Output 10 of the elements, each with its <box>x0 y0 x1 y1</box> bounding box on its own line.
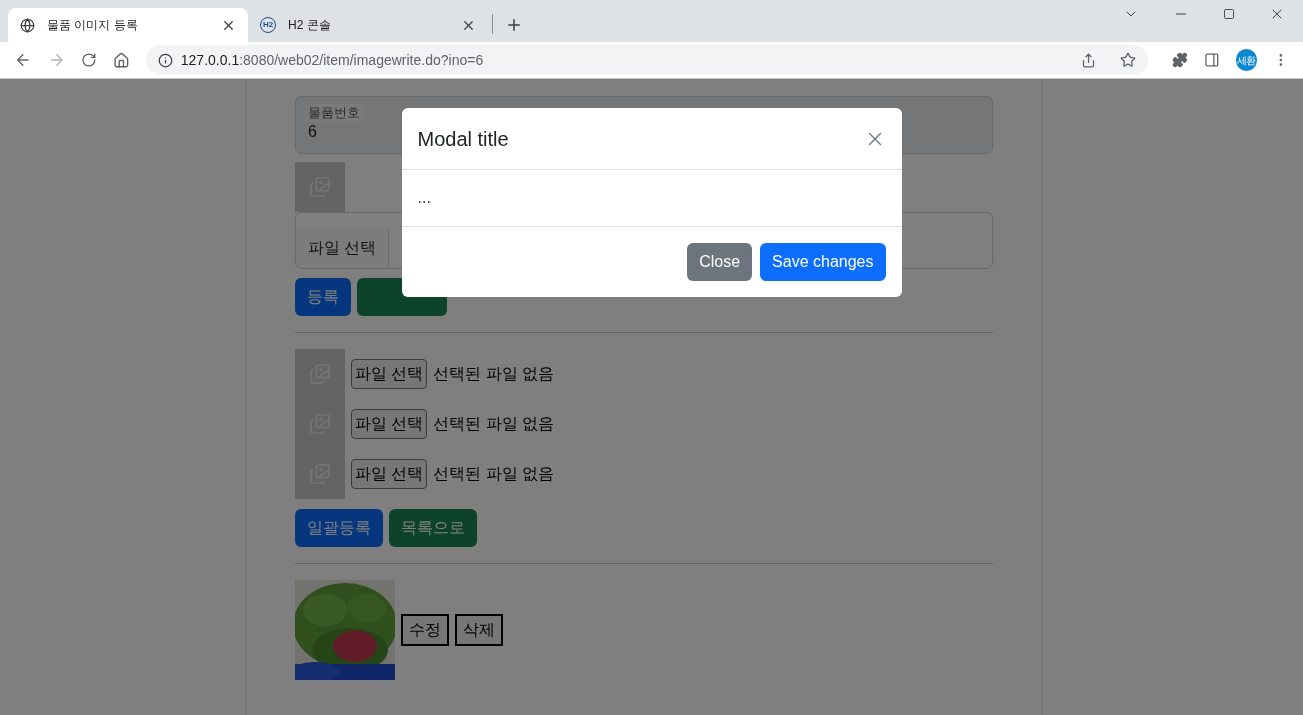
file-status: 선택된 파일 없음 <box>433 464 555 484</box>
tab-title: 물품 이미지 등록 <box>47 17 139 34</box>
file-status: 선택된 파일 없음 <box>433 414 555 434</box>
field-value: 6 <box>307 122 318 142</box>
modal-title: Modal title <box>417 126 509 152</box>
url-text: 127.0.0.1:8080/web02/item/imagewrite.do?ino=6 <box>180 50 485 70</box>
field-label: 물품번호 <box>304 104 364 122</box>
modal-body-text: ... <box>417 188 431 208</box>
tab-title: H2 콘솔 <box>288 17 332 34</box>
file-status: 선택된 파일 없음 <box>433 364 555 384</box>
